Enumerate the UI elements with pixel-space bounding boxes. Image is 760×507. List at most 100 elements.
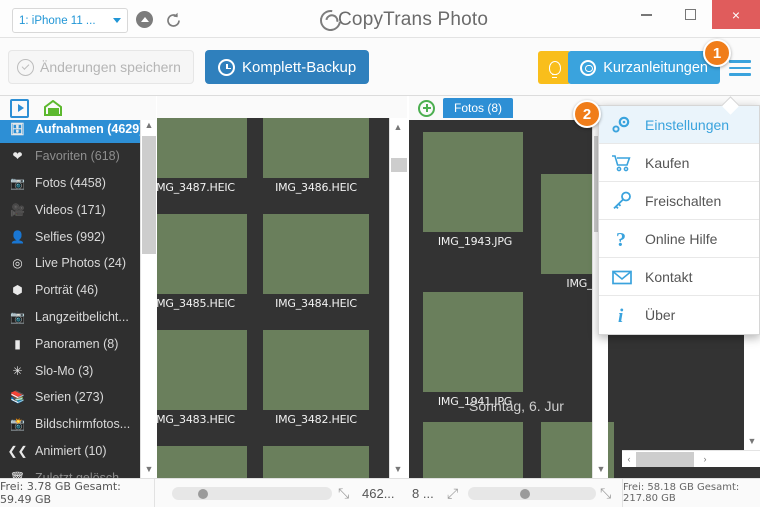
sidebar-item-3[interactable]: 🎥 Videos (171) [0,196,140,223]
sidebar-item-7[interactable]: 📷 Langzeitbelicht... [0,304,140,331]
sidebar-item-4[interactable]: 👤 Selfies (992) [0,223,140,250]
sidebar-item-5[interactable]: ◎ Live Photos (24) [0,250,140,277]
device-photo-tile[interactable]: IMG_3487.HEIC [157,118,247,194]
menu-item-kontakt[interactable]: Kontakt [599,258,759,296]
save-changes-label: Änderungen speichern [40,59,181,75]
device-selector[interactable]: 1: iPhone 11 ... [12,8,128,33]
photo-thumbnail[interactable] [263,330,369,410]
device-grid-header [157,96,407,118]
sidebar-item-2[interactable]: 📷 Fotos (4458) [0,170,140,197]
play-icon[interactable] [10,98,29,118]
tab-fotos[interactable]: Fotos (8) [443,98,514,118]
scroll-up-icon[interactable]: ▲ [390,118,406,136]
menu-item-kaufen[interactable]: Kaufen [599,144,759,182]
sidebar-item-12[interactable]: ❮❮ Animiert (10) [0,438,140,465]
photo-thumbnail[interactable] [157,330,247,410]
hamburger-menu-icon[interactable] [726,58,754,78]
chevron-down-icon [113,18,121,23]
tips-button[interactable] [538,51,571,84]
shrink-icon[interactable]: ⤢ [447,485,458,502]
panorama-icon: ▮ [14,336,21,351]
full-backup-label: Komplett-Backup [242,58,357,76]
slider-knob[interactable] [520,488,530,499]
device-photo-tile[interactable]: IMG_3483.HEIC [157,330,247,426]
sidebar-item-10[interactable]: 📚 Serien (273) [0,384,140,411]
scrollbar-thumb[interactable] [391,158,407,172]
key-icon [610,190,634,212]
photo-home-icon[interactable] [43,99,64,117]
expand-icon[interactable]: ⤡ [600,485,611,502]
full-backup-button[interactable]: Komplett-Backup [205,50,370,84]
photo-thumbnail[interactable] [423,292,523,392]
refresh-icon[interactable] [164,11,183,30]
history-icon [218,58,235,76]
device-grid-scrollbar[interactable]: ▲ ▼ [389,118,407,478]
quick-guides-button[interactable]: Kurzanleitungen [568,51,720,84]
trash-icon: 🗑 [9,470,26,478]
scroll-down-icon[interactable]: ▼ [744,432,760,450]
pc-zoom-slider[interactable] [468,487,596,500]
photo-thumbnail[interactable] [157,118,247,178]
pc-photo-grid: IMG_1943.JPGIMG_1942IMG_1941.JPGSonntag,… [409,120,614,478]
device-photo-tile[interactable]: IMG_3481.HEIC [157,446,247,478]
cart-icon [610,152,634,174]
pc-photo-tile[interactable]: IMG_1941.JPG [423,292,527,408]
live-photo-icon: ◎ [12,256,23,271]
device-photo-tile[interactable]: IMG_3484.HEIC [263,214,369,310]
pc-photo-tile[interactable]: IMG_1943.JPG [423,132,527,248]
question-icon: ? [610,228,634,250]
menu-item-freischalten[interactable]: Freischalten [599,182,759,220]
gear-icon [610,114,634,136]
sidebar-item-9[interactable]: ✳ Slo-Mo (3) [0,357,140,384]
menu-item-online-hilfe[interactable]: ? Online Hilfe [599,220,759,258]
sidebar-item-8[interactable]: ▮ Panoramen (8) [0,330,140,357]
scroll-right-icon[interactable]: › [698,454,712,464]
sidebar-item-1[interactable]: ❤ Favoriten (618) [0,143,140,170]
photo-thumbnail[interactable] [263,446,369,478]
scrollbar-thumb[interactable] [142,136,156,254]
device-zoom-slider[interactable] [172,487,332,500]
sidebar-item-11[interactable]: 📸 Bildschirmfotos... [0,411,140,438]
device-photo-tile[interactable]: IMG_3480.HEIC [263,446,369,478]
photo-filename: IMG_3483.HEIC [157,413,235,426]
scroll-down-icon[interactable]: ▼ [593,460,609,478]
menu-item-label: Über [645,307,676,323]
photo-thumbnail[interactable] [423,422,523,478]
scrollbar-thumb[interactable] [636,452,694,467]
folder-tree-hscrollbar[interactable]: ‹ › [622,450,760,467]
save-changes-button[interactable]: Änderungen speichern [8,50,194,84]
scroll-down-icon[interactable]: ▼ [390,460,406,478]
svg-text:?: ? [616,229,626,249]
pc-photo-tile[interactable] [423,422,523,478]
photo-thumbnail[interactable] [423,132,523,232]
menu-item-einstellungen[interactable]: Einstellungen [599,106,759,144]
device-photo-tile[interactable]: IMG_3486.HEIC [263,118,369,194]
sidebar-item-0[interactable]: 🗄 Aufnahmen (4629) [0,116,140,143]
slider-knob[interactable] [198,488,208,499]
menu-item--ber[interactable]: i Über [599,296,759,334]
eject-icon[interactable] [136,11,155,30]
sidebar-item-13[interactable]: 🗑 Zuletzt gelösch... [0,464,140,478]
photo-filename: IMG_3486.HEIC [275,181,357,194]
expand-icon[interactable]: ⤡ [338,485,349,502]
sidebar-item-6[interactable]: ⬢ Porträt (46) [0,277,140,304]
scroll-down-icon[interactable]: ▼ [141,460,157,478]
photo-thumbnail[interactable] [263,214,369,294]
close-button[interactable]: × [712,0,760,29]
scroll-left-icon[interactable]: ‹ [622,454,636,464]
slomo-icon: ✳ [12,363,23,378]
photo-thumbnail[interactable] [263,118,369,178]
category-scrollbar[interactable]: ▲ ▼ [140,116,156,478]
photo-thumbnail[interactable] [157,446,247,478]
burst-icon: 📚 [10,390,25,405]
minimize-button[interactable] [624,0,668,29]
device-photo-tile[interactable]: IMG_3485.HEIC [157,214,247,310]
menu-item-label: Einstellungen [645,116,730,133]
photo-thumbnail[interactable] [157,214,247,294]
add-tab-icon[interactable] [418,99,435,117]
device-photo-tile[interactable]: IMG_3482.HEIC [263,330,369,426]
maximize-button[interactable] [668,0,712,29]
camera-roll-icon: 🗄 [9,122,26,137]
long-exposure-icon: 📷 [10,309,25,324]
photo-filename: IMG_3484.HEIC [275,297,357,310]
